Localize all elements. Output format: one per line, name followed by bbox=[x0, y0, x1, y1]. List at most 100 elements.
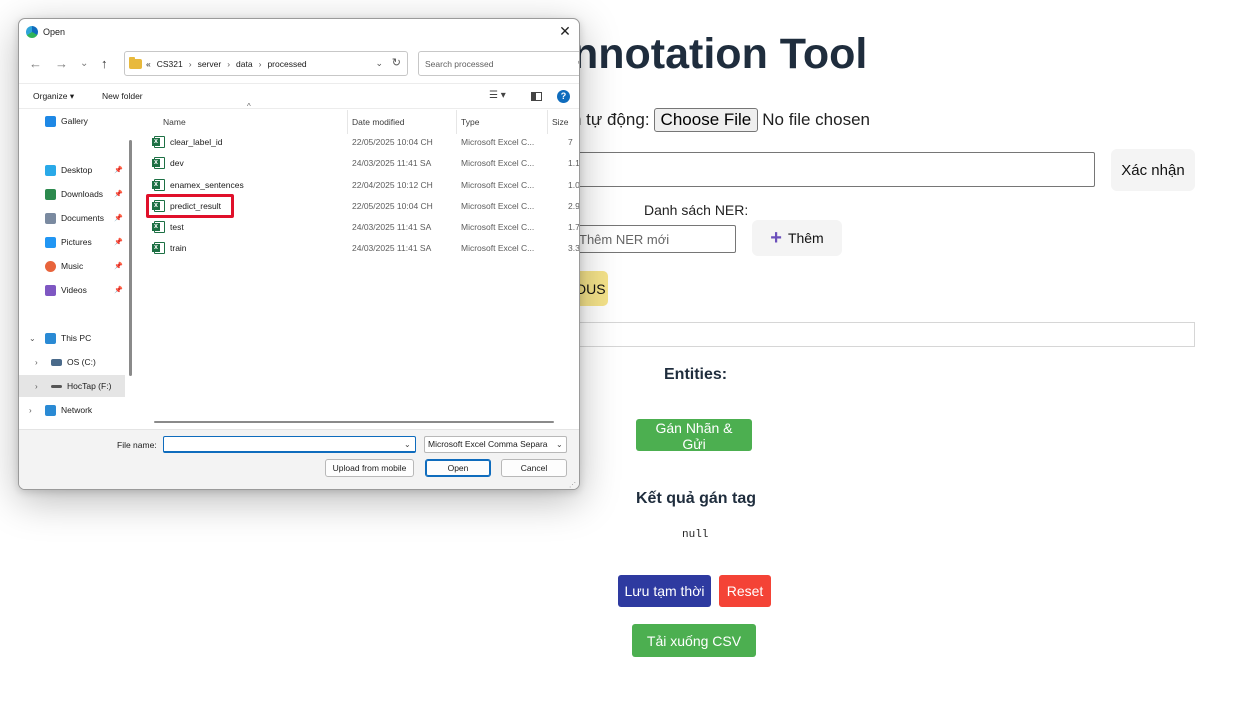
column-type[interactable]: Type bbox=[456, 110, 548, 134]
file-list-scrollbar[interactable] bbox=[154, 421, 554, 423]
sidebar-item-music[interactable]: Music 📌 bbox=[19, 255, 125, 277]
chevron-right-icon[interactable]: › bbox=[35, 382, 38, 391]
download-csv-button[interactable]: Tải xuống CSV bbox=[632, 624, 756, 657]
dialog-titlebar[interactable]: Open ✕ bbox=[19, 19, 579, 45]
file-type: Microsoft Excel C... bbox=[461, 243, 535, 253]
file-row[interactable]: test 24/03/2025 11:41 SA Microsoft Excel… bbox=[144, 217, 579, 238]
pin-icon: 📌 bbox=[114, 191, 123, 198]
add-ner-button[interactable]: + Thêm bbox=[752, 220, 842, 256]
chevron-down-icon[interactable]: ⌄ bbox=[404, 440, 411, 449]
confirm-button[interactable]: Xác nhận bbox=[1111, 149, 1195, 191]
help-icon[interactable]: ? bbox=[557, 90, 570, 103]
reset-button[interactable]: Reset bbox=[719, 575, 771, 607]
refresh-icon[interactable]: ↻ bbox=[392, 56, 401, 69]
file-row[interactable]: train 24/03/2025 11:41 SA Microsoft Exce… bbox=[144, 238, 579, 259]
ner-list-label: Danh sách NER: bbox=[644, 202, 749, 218]
breadcrumb-cs321[interactable]: CS321 bbox=[157, 59, 183, 69]
file-size: 1.1 bbox=[568, 158, 580, 168]
file-row[interactable]: dev 24/03/2025 11:41 SA Microsoft Excel … bbox=[144, 153, 580, 174]
dialog-title: Open bbox=[43, 27, 66, 37]
file-type-select[interactable]: Microsoft Excel Comma Separa bbox=[424, 436, 567, 453]
breadcrumb-data[interactable]: data bbox=[236, 59, 253, 69]
file-upload-row: n tự động: Choose File No file chosen bbox=[572, 108, 870, 132]
file-name: test bbox=[170, 222, 184, 232]
open-button[interactable]: Open bbox=[425, 459, 491, 477]
new-folder-button[interactable]: New folder bbox=[102, 91, 143, 101]
file-type: Microsoft Excel C... bbox=[461, 180, 535, 190]
navigation-pane: Gallery Desktop 📌 Downloads 📌 Documents … bbox=[19, 110, 127, 428]
sidebar-item-os-c[interactable]: › OS (C:) bbox=[19, 351, 125, 373]
sidebar-scrollbar[interactable] bbox=[129, 140, 132, 376]
file-name-input[interactable] bbox=[163, 436, 416, 453]
chevron-right-icon[interactable]: › bbox=[29, 406, 32, 415]
organize-menu[interactable]: Organize ▾ bbox=[33, 91, 74, 102]
result-heading: Kết quả gán tag bbox=[636, 490, 757, 507]
music-icon bbox=[45, 260, 56, 272]
file-upload-label: n tự động: bbox=[572, 110, 650, 129]
file-row[interactable]: enamex_sentences 22/04/2025 10:12 CH Mic… bbox=[144, 175, 580, 196]
new-ner-input[interactable] bbox=[572, 225, 736, 253]
sidebar-item-label: Videos bbox=[61, 285, 87, 295]
file-date: 22/05/2025 10:04 CH bbox=[352, 137, 433, 147]
pin-icon: 📌 bbox=[114, 215, 123, 222]
pin-icon: 📌 bbox=[114, 239, 123, 246]
sidebar-item-this-pc[interactable]: ⌄ This PC bbox=[19, 327, 125, 349]
search-input[interactable] bbox=[418, 51, 579, 76]
file-name-label: File name: bbox=[117, 440, 157, 450]
preview-pane-icon[interactable] bbox=[531, 92, 542, 101]
chevron-right-icon[interactable]: › bbox=[35, 358, 38, 367]
network-icon bbox=[45, 404, 56, 416]
sidebar-item-gallery[interactable]: Gallery bbox=[19, 110, 125, 132]
sidebar-item-downloads[interactable]: Downloads 📌 bbox=[19, 183, 125, 205]
file-name: clear_label_id bbox=[170, 137, 223, 147]
no-file-text: No file chosen bbox=[762, 110, 870, 129]
sidebar-item-network[interactable]: › Network bbox=[19, 399, 125, 421]
pin-icon: 📌 bbox=[114, 263, 123, 270]
breadcrumb-overflow[interactable]: « bbox=[146, 59, 151, 69]
up-arrow-icon[interactable]: ↑ bbox=[101, 56, 108, 72]
file-type: Microsoft Excel C... bbox=[461, 158, 535, 168]
sidebar-item-desktop[interactable]: Desktop 📌 bbox=[19, 159, 125, 181]
close-icon[interactable]: ✕ bbox=[557, 23, 573, 39]
file-name: train bbox=[170, 243, 187, 253]
file-list: ^ Name Date modified Type Size clear_lab… bbox=[144, 102, 580, 425]
sidebar-item-label: Network bbox=[61, 405, 93, 415]
file-size: 1.0 bbox=[568, 180, 580, 190]
back-arrow-icon[interactable]: ← bbox=[29, 56, 42, 72]
chevron-right-icon: › bbox=[227, 58, 231, 69]
cancel-button[interactable]: Cancel bbox=[501, 459, 567, 477]
forward-arrow-icon[interactable]: → bbox=[55, 56, 68, 72]
file-size: 7 bbox=[568, 137, 573, 147]
chevron-down-icon[interactable]: ⌄ bbox=[556, 440, 563, 449]
file-row[interactable]: clear_label_id 22/05/2025 10:04 CH Micro… bbox=[144, 132, 579, 153]
resize-grip-icon[interactable]: ⋰ bbox=[569, 481, 576, 489]
breadcrumb-processed[interactable]: processed bbox=[267, 59, 306, 69]
sidebar-item-documents[interactable]: Documents 📌 bbox=[19, 207, 125, 229]
address-bar[interactable]: « CS321 › server › data › processed ⌄ ↻ bbox=[124, 51, 408, 76]
breadcrumb-server[interactable]: server bbox=[198, 59, 222, 69]
edge-icon bbox=[26, 26, 38, 38]
upload-from-mobile-button[interactable]: Upload from mobile bbox=[325, 459, 414, 477]
sidebar-item-pictures[interactable]: Pictures 📌 bbox=[19, 231, 125, 253]
choose-file-button[interactable]: Choose File bbox=[653, 108, 759, 132]
file-date: 24/03/2025 11:41 SA bbox=[352, 158, 432, 168]
chevron-down-icon[interactable]: ⌄ bbox=[29, 334, 36, 343]
sidebar-item-label: This PC bbox=[61, 333, 92, 343]
file-type: Microsoft Excel C... bbox=[461, 201, 535, 211]
column-name[interactable]: Name bbox=[159, 110, 349, 134]
column-date-modified[interactable]: Date modified bbox=[347, 110, 457, 134]
recent-locations-icon[interactable]: ⌄ bbox=[80, 56, 88, 72]
annotation-text-box[interactable] bbox=[572, 322, 1195, 347]
chevron-down-icon[interactable]: ⌄ bbox=[375, 58, 383, 69]
sentence-input[interactable] bbox=[572, 152, 1095, 187]
sidebar-item-hoctap-f[interactable]: › HocTap (F:) bbox=[19, 375, 125, 397]
assign-and-send-button[interactable]: Gán Nhãn & Gửi bbox=[636, 419, 752, 452]
desktop-icon bbox=[45, 164, 56, 176]
navigation-bar: ← → ⌄ ↑ « CS321 › server › data › proces… bbox=[19, 51, 579, 79]
sidebar-item-videos[interactable]: Videos 📌 bbox=[19, 279, 125, 301]
save-temporary-button[interactable]: Lưu tạm thời bbox=[618, 575, 711, 607]
excel-file-icon bbox=[152, 179, 165, 191]
view-options-icon[interactable]: ☰ ▾ bbox=[489, 90, 506, 101]
column-size[interactable]: Size bbox=[547, 110, 579, 134]
pin-icon: 📌 bbox=[114, 287, 123, 294]
